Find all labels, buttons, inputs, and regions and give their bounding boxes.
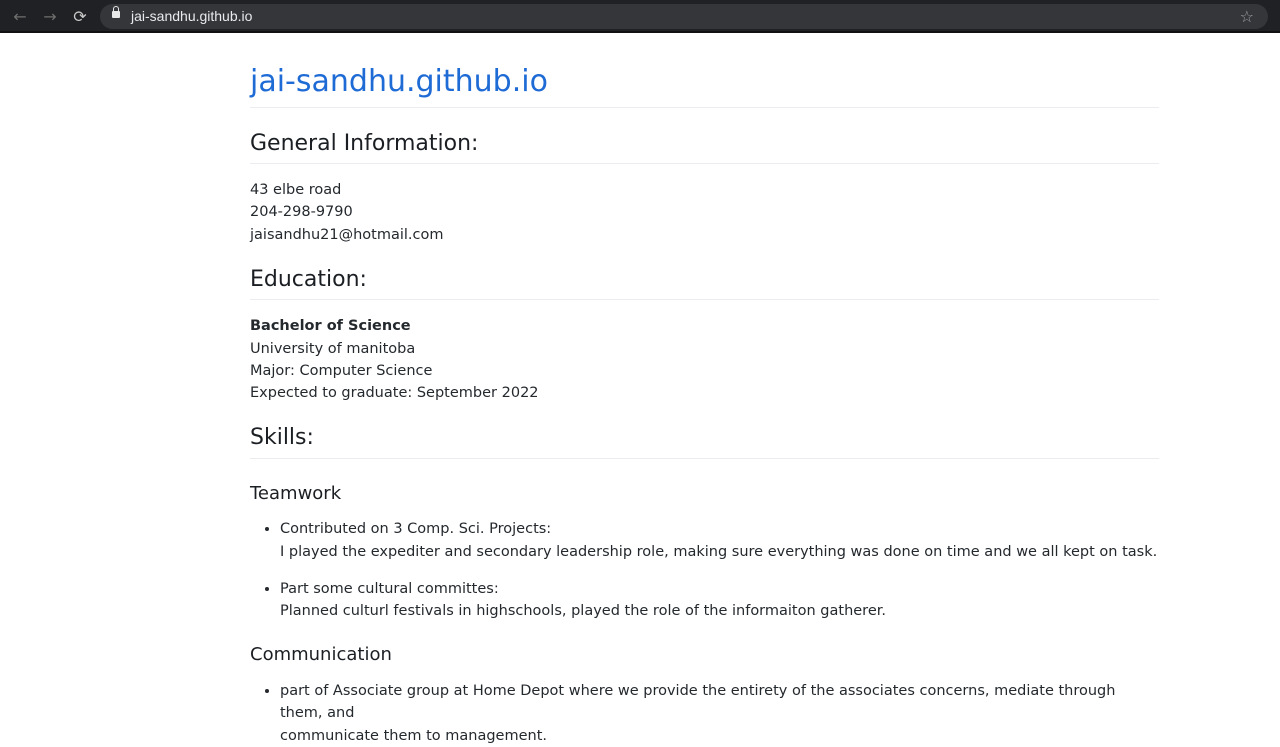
skills-heading: Skills: xyxy=(250,426,1159,459)
graduation-text: Expected to graduate: September 2022 xyxy=(250,385,539,402)
teamwork-list: Contributed on 3 Comp. Sci. Projects: I … xyxy=(250,518,1159,622)
list-item-title: Part some cultural committes: xyxy=(280,580,499,597)
degree-text: Bachelor of Science xyxy=(250,318,411,335)
general-info-heading: General Information: xyxy=(250,131,1159,165)
list-item: part of Associate group at Home Depot wh… xyxy=(280,680,1159,747)
phone-text: 204-298-9790 xyxy=(250,204,353,221)
list-item-detail: Planned culturl festivals in highschools… xyxy=(280,603,886,620)
general-info-block: 43 elbe road 204-298-9790 jaisandhu21@ho… xyxy=(250,179,1159,246)
back-arrow-icon[interactable]: ← xyxy=(10,7,30,27)
list-item-detail: I played the expediter and secondary lea… xyxy=(280,543,1158,560)
list-item-title: Contributed on 3 Comp. Sci. Projects: xyxy=(280,521,552,538)
list-item: Part some cultural committes: Planned cu… xyxy=(280,578,1159,623)
forward-arrow-icon[interactable]: → xyxy=(40,7,60,27)
lock-icon xyxy=(112,6,120,18)
university-text: University of manitoba xyxy=(250,340,416,357)
site-title[interactable]: jai-sandhu.github.io xyxy=(250,33,1159,108)
list-item-line: communicate them to management. xyxy=(280,727,548,744)
list-item-line: part of Associate group at Home Depot wh… xyxy=(280,683,1116,722)
page-content: jai-sandhu.github.io General Information… xyxy=(250,33,1159,747)
address-text: 43 elbe road xyxy=(250,182,342,199)
address-url[interactable]: jai-sandhu.github.io xyxy=(131,8,252,24)
education-block: Bachelor of Science University of manito… xyxy=(250,315,1159,404)
teamwork-heading: Teamwork xyxy=(250,482,342,504)
communication-heading: Communication xyxy=(250,644,392,666)
communication-list: part of Associate group at Home Depot wh… xyxy=(250,680,1159,747)
browser-toolbar: ← → ⟳ jai-sandhu.github.io ☆ xyxy=(0,0,1280,33)
major-text: Major: Computer Science xyxy=(250,362,433,379)
email-text: jaisandhu21@hotmail.com xyxy=(250,226,444,243)
reload-icon[interactable]: ⟳ xyxy=(70,7,90,27)
education-heading: Education: xyxy=(250,267,1159,301)
address-bar[interactable]: jai-sandhu.github.io ☆ xyxy=(100,4,1268,29)
list-item: Contributed on 3 Comp. Sci. Projects: I … xyxy=(280,518,1159,563)
bookmark-star-icon[interactable]: ☆ xyxy=(1240,7,1254,26)
